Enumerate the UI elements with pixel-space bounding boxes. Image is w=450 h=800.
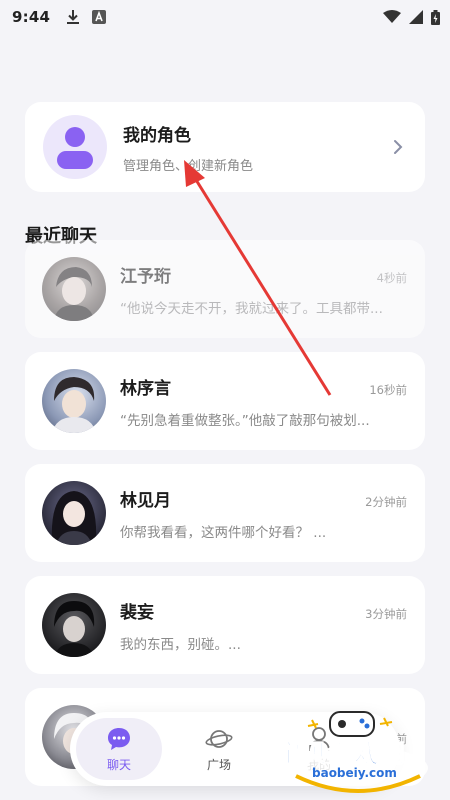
avatar bbox=[42, 593, 106, 657]
chat-item[interactable]: 裴妄 3分钟前 我的东西，别碰。... bbox=[25, 576, 425, 674]
nav-label-plaza: 广场 bbox=[206, 757, 231, 772]
avatar bbox=[42, 369, 106, 433]
chat-name: 林序言 bbox=[120, 378, 171, 399]
avatar bbox=[42, 481, 106, 545]
watermark-url: baobeiy.com bbox=[312, 766, 397, 780]
nav-label-chat: 聊天 bbox=[106, 757, 131, 772]
chat-item[interactable]: 林见月 2分钟前 你帮我看看，这两件哪个好看？ ... bbox=[25, 464, 425, 562]
avatar bbox=[42, 257, 106, 321]
nav-item-plaza[interactable]: 广场 bbox=[176, 718, 262, 780]
chat-list: 江予珩 4秒前 “他说今天走不开，我就过来了。工具都带... 林序言 16秒前 … bbox=[0, 0, 450, 800]
chat-time: 2分钟前 bbox=[365, 494, 407, 509]
chat-name: 裴妄 bbox=[120, 602, 154, 623]
chat-preview: “他说今天走不开，我就过来了。工具都带... bbox=[120, 300, 383, 317]
chat-time: 16秒前 bbox=[369, 382, 407, 397]
chat-preview: 你帮我看看，这两件哪个好看？ ... bbox=[120, 524, 327, 541]
nav-item-chat[interactable]: 聊天 bbox=[76, 718, 162, 780]
chat-bubble-icon bbox=[108, 727, 130, 750]
watermark-logo: 宝贝游戏网 baobeiy.com bbox=[272, 706, 442, 796]
planet-icon bbox=[205, 729, 233, 748]
watermark-text: 宝贝游戏网 bbox=[275, 739, 407, 769]
chat-item[interactable]: 林序言 16秒前 “先别急着重做整张。”他敲了敲那句被划... bbox=[25, 352, 425, 450]
chat-time: 3分钟前 bbox=[365, 606, 407, 621]
chat-time: 4秒前 bbox=[376, 270, 407, 285]
chat-preview: 我的东西，别碰。... bbox=[120, 636, 241, 653]
chat-preview: “先别急着重做整张。”他敲了敲那句被划... bbox=[120, 412, 370, 429]
chat-item[interactable]: 江予珩 4秒前 “他说今天走不开，我就过来了。工具都带... bbox=[25, 240, 425, 338]
chat-name: 江予珩 bbox=[120, 266, 171, 287]
chat-name: 林见月 bbox=[120, 490, 171, 511]
